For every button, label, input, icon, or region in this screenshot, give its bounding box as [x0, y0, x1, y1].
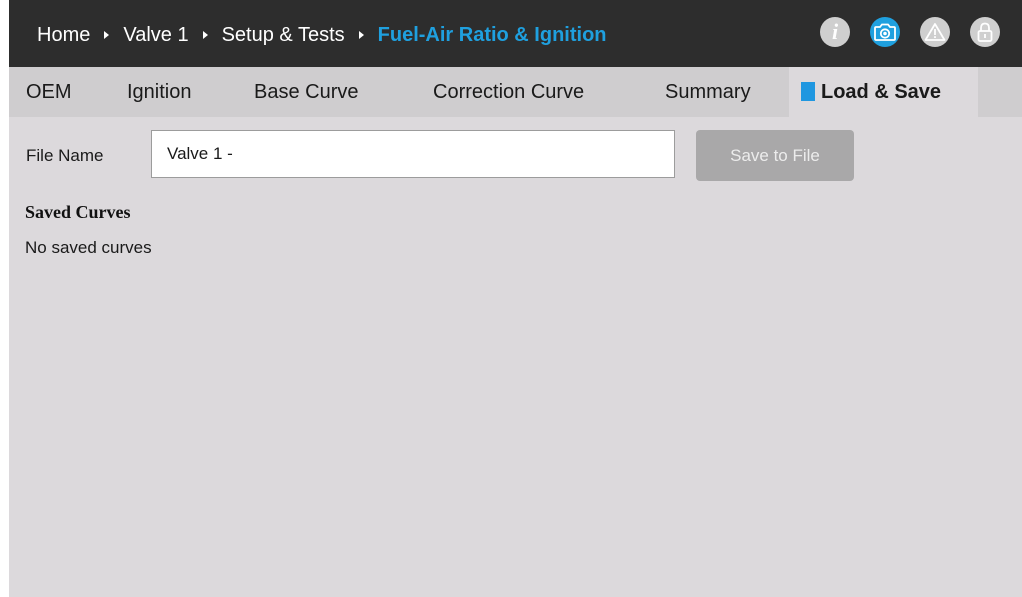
breadcrumb: Home Valve 1 Setup & Tests Fuel-Air Rati… [37, 20, 607, 50]
info-glyph: i [831, 19, 839, 44]
app-frame: Home Valve 1 Setup & Tests Fuel-Air Rati… [9, 0, 1022, 597]
file-name-label: File Name [26, 146, 104, 165]
tab-oem[interactable]: OEM [26, 67, 72, 117]
tab-ignition[interactable]: Ignition [127, 67, 192, 117]
breadcrumb-current: Fuel-Air Ratio & Ignition [377, 23, 607, 46]
tab-load-save[interactable]: Load & Save [789, 67, 978, 117]
camera-icon[interactable] [870, 17, 900, 47]
saved-curves-empty-text: No saved curves [25, 238, 152, 257]
tab-bar-spacer [978, 67, 1022, 117]
top-bar: Home Valve 1 Setup & Tests Fuel-Air Rati… [9, 0, 1022, 67]
tab-load-save-label: Load & Save [821, 81, 942, 103]
warning-icon[interactable] [920, 17, 950, 47]
tab-base-curve[interactable]: Base Curve [254, 67, 359, 117]
active-tab-marker [801, 82, 815, 101]
breadcrumb-setup-tests[interactable]: Setup & Tests [222, 24, 345, 47]
breadcrumb-separator-icon [104, 31, 110, 39]
tab-correction-curve[interactable]: Correction Curve [433, 67, 584, 117]
file-name-input[interactable] [151, 130, 675, 178]
breadcrumb-valve[interactable]: Valve 1 [123, 24, 188, 47]
breadcrumb-separator-icon [202, 31, 208, 39]
saved-curves-heading: Saved Curves [25, 202, 131, 222]
tab-summary[interactable]: Summary [665, 67, 751, 117]
breadcrumb-separator-icon [358, 31, 364, 39]
save-to-file-button[interactable]: Save to File [696, 130, 854, 181]
breadcrumb-home[interactable]: Home [37, 24, 90, 47]
tab-bar: OEM Ignition Base Curve Correction Curve… [9, 67, 1022, 117]
info-icon[interactable]: i [820, 17, 850, 47]
lock-icon[interactable] [970, 17, 1000, 47]
